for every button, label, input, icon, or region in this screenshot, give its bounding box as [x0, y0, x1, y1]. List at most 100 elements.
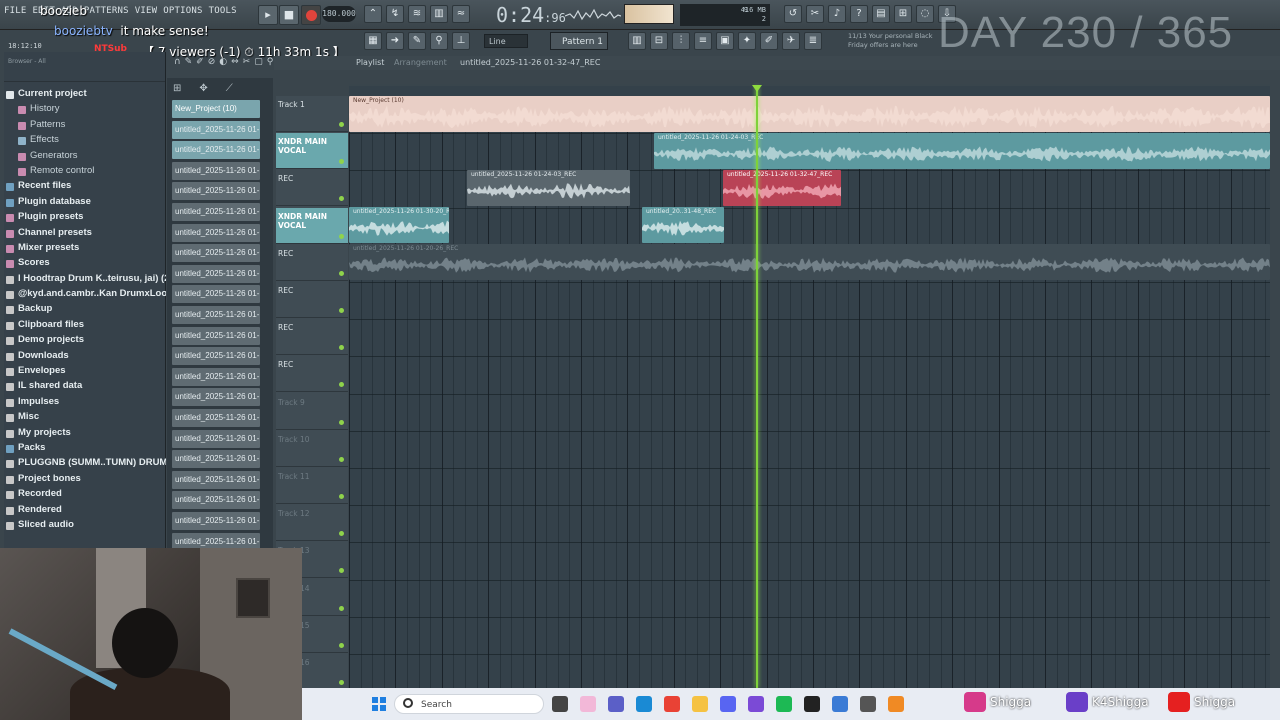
browser-item[interactable]: @kyd.and.cambr..Kan DrumxLoopKit: [4, 288, 166, 303]
browser-item[interactable]: Downloads: [4, 350, 166, 365]
track-header[interactable]: Track 11: [276, 468, 348, 504]
discord-icon[interactable]: [720, 696, 736, 712]
browser-item[interactable]: Packs: [4, 442, 166, 457]
track-header[interactable]: XNDR MAIN VOCAL: [276, 133, 348, 170]
audio-clip[interactable]: New_Project (10): [349, 96, 1270, 132]
picker-item[interactable]: New_Project (10): [172, 100, 260, 118]
track-mute-led[interactable]: [339, 605, 344, 611]
wait-input-icon[interactable]: ↯: [386, 5, 404, 23]
picker-item[interactable]: untitled_2025-11-26 01-...: [172, 450, 260, 469]
chat-icon[interactable]: ◌: [916, 5, 934, 23]
undo-icon[interactable]: ↺: [784, 5, 802, 23]
metronome-icon[interactable]: ⌃: [364, 5, 382, 23]
channel-rack-icon[interactable]: ⊟: [650, 32, 668, 50]
picker-item[interactable]: untitled_2025-11-26 01-...: [172, 326, 260, 345]
track-mute-led[interactable]: [339, 270, 344, 276]
taskbar-search[interactable]: Search: [394, 694, 544, 714]
edge-icon[interactable]: [636, 696, 652, 712]
picker-list-icon[interactable]: ⊞: [173, 83, 181, 95]
plugin-picker-icon[interactable]: ▣: [716, 32, 734, 50]
picker-edit-icon[interactable]: ⟋: [226, 83, 233, 95]
save-icon[interactable]: ▤: [872, 5, 890, 23]
mixer-view-icon[interactable]: ⫶: [672, 32, 690, 50]
browser-item[interactable]: Impulses: [4, 396, 166, 411]
track-header[interactable]: REC: [276, 170, 348, 207]
playlist-icon[interactable]: ▦: [364, 32, 382, 50]
paint-icon[interactable]: ✐: [196, 57, 204, 69]
mixer-icon[interactable]: ⊞: [894, 5, 912, 23]
song-position-display[interactable]: 0:24:96: [496, 3, 566, 27]
cut-icon[interactable]: ✂: [806, 5, 824, 23]
task-view-icon[interactable]: [552, 696, 568, 712]
browser-item[interactable]: Generators: [4, 150, 166, 165]
audio-clip[interactable]: untitled_2025-11-26 01-32-47_REC: [723, 170, 841, 206]
track-mute-led[interactable]: [339, 159, 344, 165]
picker-item[interactable]: untitled_2025-11-26 01-...: [172, 285, 260, 304]
store-icon[interactable]: [832, 696, 848, 712]
chrome-icon[interactable]: [664, 696, 680, 712]
track-mute-led[interactable]: [339, 456, 344, 462]
audio-clip[interactable]: untitled_2025-11-26 01-24-03_REC: [467, 170, 630, 206]
snap-selector[interactable]: Line: [484, 34, 528, 48]
browser-item[interactable]: Plugin presets: [4, 211, 166, 226]
picker-item[interactable]: untitled_2025-11-26 01-...: [172, 409, 260, 427]
picker-item[interactable]: untitled_2025-11-26 01-...: [172, 141, 260, 160]
copilot-icon[interactable]: [580, 696, 596, 712]
zoom-icon[interactable]: ⚲: [267, 57, 274, 69]
app-icon[interactable]: [748, 696, 764, 712]
playhead-marker[interactable]: [752, 85, 762, 92]
picker-item[interactable]: untitled_2025-11-26 01-...: [172, 264, 260, 283]
track-mute-led[interactable]: [339, 419, 344, 425]
magnet-icon[interactable]: ∩: [174, 57, 181, 69]
piano-roll-icon[interactable]: ▥: [628, 32, 646, 50]
explorer-icon[interactable]: [692, 696, 708, 712]
countdown-icon[interactable]: ≋: [408, 5, 426, 23]
blend-notes-icon[interactable]: ≈: [452, 5, 470, 23]
browser-item[interactable]: Recent files: [4, 180, 166, 195]
track-header[interactable]: REC: [276, 245, 348, 281]
fl-studio-icon[interactable]: [888, 696, 904, 712]
browser-item[interactable]: Remote control: [4, 165, 166, 180]
link-icon[interactable]: ⚲: [430, 32, 448, 50]
browser-item[interactable]: My projects: [4, 427, 166, 442]
touch-keyboard-icon[interactable]: ✦: [738, 32, 756, 50]
browser-item[interactable]: Envelopes: [4, 365, 166, 380]
picker-item[interactable]: untitled_2025-11-26 01-...: [172, 470, 260, 489]
track-mute-led[interactable]: [339, 122, 344, 127]
track-header[interactable]: Track 9: [276, 394, 348, 430]
track-mute-led[interactable]: [339, 196, 344, 202]
mute-icon[interactable]: ◐: [219, 57, 227, 69]
browser-item[interactable]: Effects: [4, 134, 166, 149]
capcut-icon[interactable]: [860, 696, 876, 712]
track-mute-led[interactable]: [339, 568, 344, 574]
mic-icon[interactable]: ♪: [828, 5, 846, 23]
picker-item[interactable]: untitled_2025-11-26 01-...: [172, 203, 260, 221]
track-mute-led[interactable]: [339, 382, 344, 388]
arrow-icon[interactable]: ➜: [386, 32, 404, 50]
picker-item[interactable]: untitled_2025-11-26 01-...: [172, 347, 260, 366]
playlist-grid[interactable]: New_Project (10) untitled_2025-11-26 01-2…: [349, 86, 1270, 688]
start-button[interactable]: [372, 697, 386, 711]
help-icon[interactable]: ?: [850, 5, 868, 23]
track-header[interactable]: REC: [276, 356, 348, 393]
browser-item[interactable]: Misc: [4, 411, 166, 426]
track-mute-led[interactable]: [339, 308, 344, 313]
news-promo[interactable]: 11/13 Your personal Black Friday offers a…: [848, 32, 932, 50]
slip-icon[interactable]: ⇔: [231, 57, 239, 69]
pin-icon[interactable]: ✈: [782, 32, 800, 50]
browser-item[interactable]: Scores: [4, 257, 166, 272]
browser-item[interactable]: I Hoodtrap Drum K..teirusu, jai) (2): [4, 273, 166, 288]
browser-item[interactable]: Mixer presets: [4, 242, 166, 257]
picker-item[interactable]: untitled_2025-11-26 01-...: [172, 306, 260, 324]
browser-item[interactable]: Recorded: [4, 488, 166, 503]
audio-clip[interactable]: untitled_2025-11-26 01-20-26_REC: [349, 244, 1270, 280]
pattern-selector[interactable]: Pattern 1: [550, 32, 608, 50]
picker-item[interactable]: untitled_2025-11-26 01-...: [172, 388, 260, 407]
draw-icon[interactable]: ✎: [185, 57, 193, 69]
browser-item[interactable]: Current project: [4, 88, 166, 103]
playlist-arrangement[interactable]: Arrangement: [394, 58, 447, 67]
picker-item[interactable]: untitled_2025-11-26 01-...: [172, 491, 260, 510]
picker-item[interactable]: untitled_2025-11-26 01-...: [172, 161, 260, 180]
brush-icon[interactable]: ✐: [760, 32, 778, 50]
picker-item[interactable]: untitled_2025-11-26 01-...: [172, 429, 260, 448]
